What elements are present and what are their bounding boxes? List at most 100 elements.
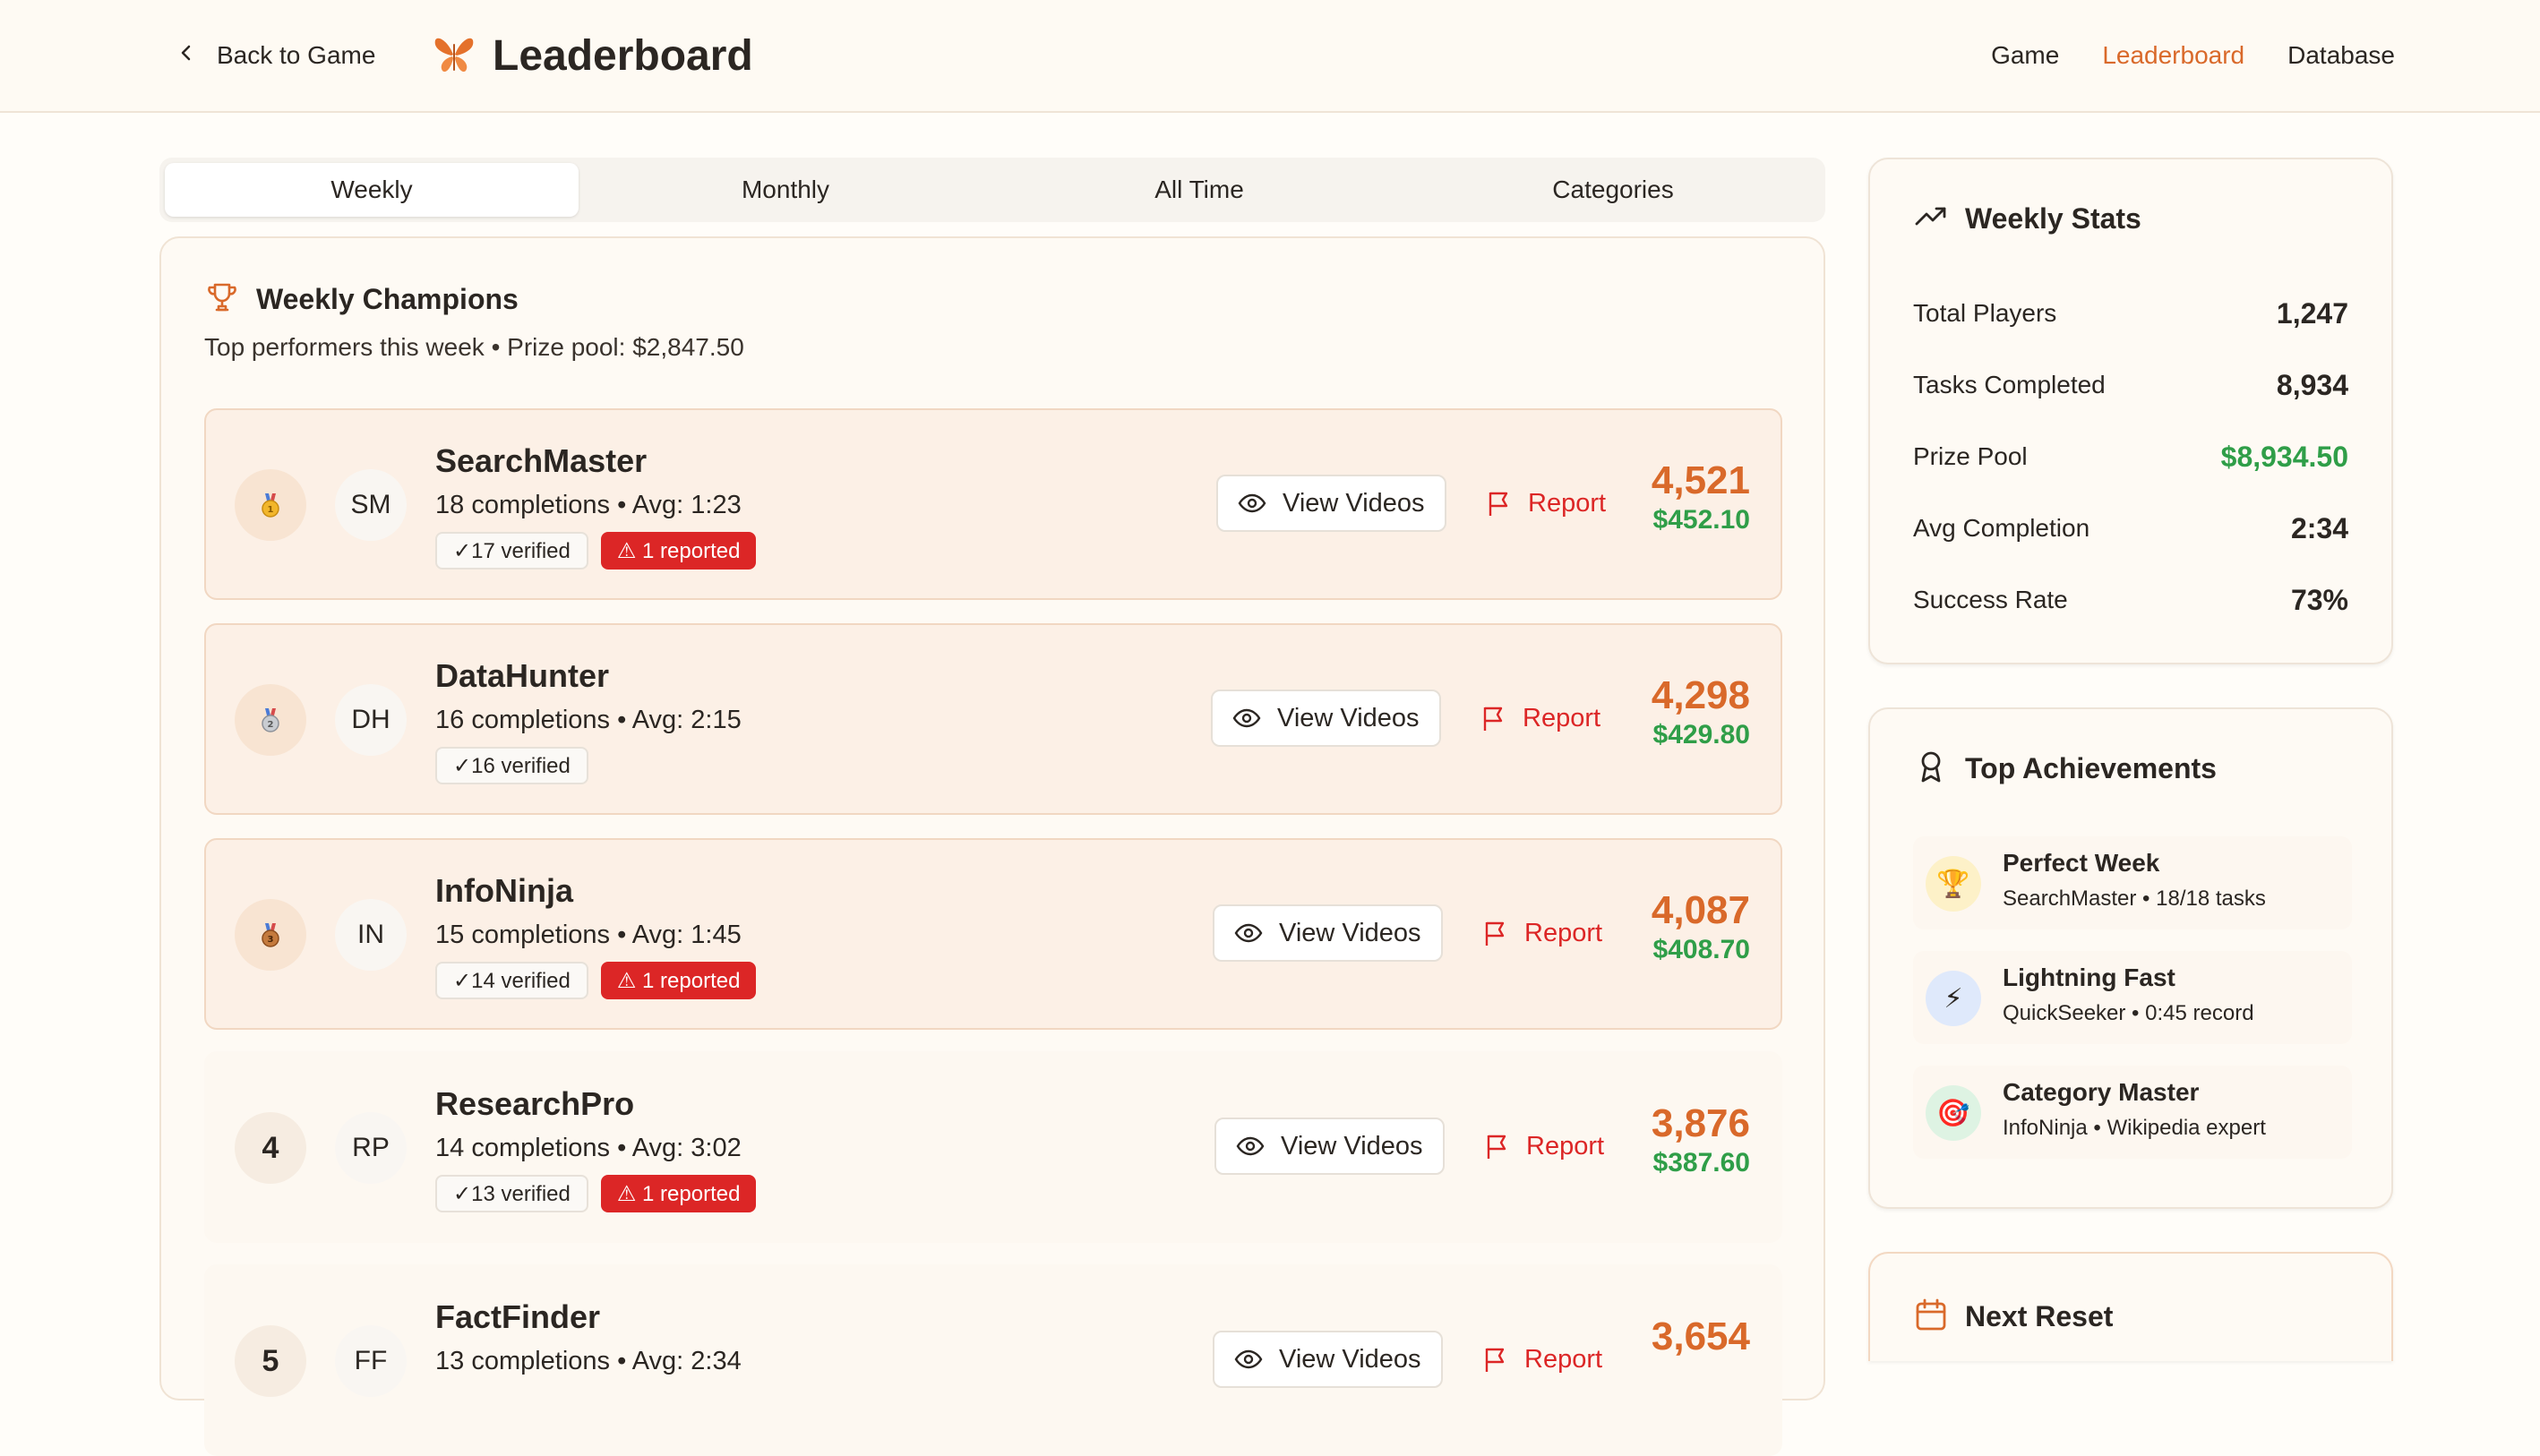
player-name: InfoNinja (435, 872, 573, 909)
card-header: Top Achievements (1913, 749, 2217, 789)
report-button[interactable]: Report (1483, 1118, 1604, 1175)
svg-text:1: 1 (268, 505, 274, 515)
view-videos-button[interactable]: View Videos (1214, 1118, 1445, 1175)
achievement-detail: InfoNinja • Wikipedia expert (2003, 1116, 2266, 1140)
achievement-item: 🏆 Perfect Week SearchMaster • 18/18 task… (1913, 836, 2352, 929)
player-meta: 14 completions • Avg: 3:02 (435, 1134, 742, 1162)
achievement-item: ⚡ Lightning Fast QuickSeeker • 0:45 reco… (1913, 951, 2352, 1044)
period-tabs: Weekly Monthly All Time Categories (159, 158, 1825, 222)
score-block: 3,876 $387.60 (1652, 1101, 1750, 1180)
report-button[interactable]: Report (1481, 904, 1602, 962)
badge-group: ✓17 verified ⚠ 1 reported (435, 532, 757, 570)
reported-badge: ⚠ 1 reported (600, 1175, 757, 1212)
eye-icon (1232, 708, 1261, 728)
stat-value: 2:34 (2290, 511, 2348, 544)
report-label: Report (1524, 918, 1603, 947)
tab-monthly[interactable]: Monthly (579, 163, 992, 217)
rank-badge: 2 (235, 684, 306, 756)
badge-group: ✓14 verified ⚠ 1 reported (435, 962, 757, 999)
player-name: FactFinder (435, 1298, 601, 1335)
avatar: IN (335, 899, 407, 971)
verified-badge: ✓13 verified (435, 1175, 588, 1212)
points-value: 3,876 (1651, 1101, 1750, 1145)
tab-categories[interactable]: Categories (1406, 163, 1820, 217)
nav-leaderboard[interactable]: Leaderboard (2102, 41, 2244, 70)
stat-value: 8,934 (2276, 368, 2348, 401)
stat-label: Avg Completion (1913, 514, 2090, 542)
points-value: 4,087 (1651, 888, 1750, 932)
view-videos-label: View Videos (1279, 1344, 1421, 1374)
points-value: 4,298 (1651, 673, 1750, 717)
table-row: 2 DH DataHunter 16 completions • Avg: 2:… (204, 623, 1782, 815)
lightning-icon: ⚡ (1926, 971, 1981, 1026)
flag-icon (1487, 1135, 1506, 1159)
report-button[interactable]: Report (1485, 475, 1606, 532)
svg-text:2: 2 (268, 720, 274, 730)
top-achievements-card: Top Achievements 🏆 Perfect Week SearchMa… (1868, 707, 2393, 1209)
target-icon: 🎯 (1926, 1085, 1981, 1141)
avatar: FF (335, 1325, 407, 1397)
stat-label: Tasks Completed (1913, 371, 2106, 398)
points-value: 4,521 (1651, 458, 1750, 502)
prize-value: $408.70 (1652, 935, 1750, 964)
flag-icon (1485, 1348, 1505, 1372)
panel-header: Weekly Champions (204, 279, 519, 320)
table-row: 3 IN InfoNinja 15 completions • Avg: 1:4… (204, 838, 1782, 1030)
panel-subtitle: Top performers this week • Prize pool: $… (204, 333, 744, 361)
player-meta: 18 completions • Avg: 1:23 (435, 491, 742, 519)
chevron-left-icon (176, 41, 197, 70)
score-block: 4,521 $452.10 (1652, 458, 1750, 537)
tab-all-time[interactable]: All Time (992, 163, 1406, 217)
stat-label: Total Players (1913, 299, 2057, 327)
stat-value: $8,934.50 (2220, 440, 2348, 473)
view-videos-label: View Videos (1277, 703, 1420, 732)
verified-badge: ✓17 verified (435, 532, 588, 570)
verified-badge: ✓16 verified (435, 747, 588, 784)
stat-row-success-rate: Success Rate 73% (1913, 582, 2348, 618)
trophy-icon (204, 279, 240, 320)
view-videos-button[interactable]: View Videos (1211, 689, 1441, 747)
weekly-champions-panel: Weekly Champions Top performers this wee… (159, 236, 1825, 1456)
player-name: DataHunter (435, 657, 610, 694)
achievement-detail: SearchMaster • 18/18 tasks (2003, 886, 2266, 911)
player-meta: 15 completions • Avg: 1:45 (435, 921, 742, 949)
stat-row-total-players: Total Players 1,247 (1913, 295, 2348, 331)
view-videos-button[interactable]: View Videos (1213, 904, 1443, 962)
report-button[interactable]: Report (1481, 1331, 1602, 1388)
avatar: RP (335, 1112, 407, 1184)
gold-medal-icon: 1 (262, 493, 279, 518)
view-videos-button[interactable]: View Videos (1213, 1331, 1443, 1388)
stat-row-avg-completion: Avg Completion 2:34 (1913, 510, 2348, 546)
points-value: 3,654 (1651, 1315, 1750, 1358)
tab-weekly[interactable]: Weekly (165, 163, 579, 217)
calendar-icon (1913, 1297, 1949, 1337)
back-to-game-link[interactable]: Back to Game (176, 36, 375, 75)
card-header: Next Reset (1913, 1297, 2113, 1337)
brand: Leaderboard (432, 27, 753, 84)
report-button[interactable]: Report (1480, 689, 1600, 747)
rank-badge: 5 (235, 1325, 306, 1397)
view-videos-button[interactable]: View Videos (1216, 475, 1446, 532)
stat-value: 73% (2290, 583, 2348, 616)
report-label: Report (1524, 1344, 1603, 1374)
stat-label: Prize Pool (1913, 442, 2028, 470)
bronze-medal-icon: 3 (262, 923, 279, 947)
nav-database[interactable]: Database (2287, 41, 2395, 70)
view-videos-label: View Videos (1279, 918, 1421, 947)
player-meta: 13 completions • Avg: 2:34 (435, 1347, 742, 1375)
achievement-item: 🎯 Category Master InfoNinja • Wikipedia … (1913, 1066, 2352, 1159)
stat-value: 1,247 (2276, 296, 2348, 330)
prize-value: $452.10 (1652, 505, 1750, 535)
stat-row-prize-pool: Prize Pool $8,934.50 (1913, 439, 2348, 475)
trending-up-icon (1913, 199, 1949, 239)
avatar: DH (335, 684, 407, 756)
nav-game[interactable]: Game (1991, 41, 2059, 70)
svg-text:3: 3 (268, 935, 274, 945)
achievement-title: Lightning Fast (2003, 964, 2175, 991)
page-title: Leaderboard (493, 31, 753, 80)
trophy-icon: 🏆 (1926, 856, 1981, 912)
card-title: Next Reset (1965, 1300, 2114, 1332)
badge-group: ✓16 verified (435, 747, 588, 784)
report-label: Report (1523, 703, 1601, 732)
stat-row-tasks-completed: Tasks Completed 8,934 (1913, 367, 2348, 403)
